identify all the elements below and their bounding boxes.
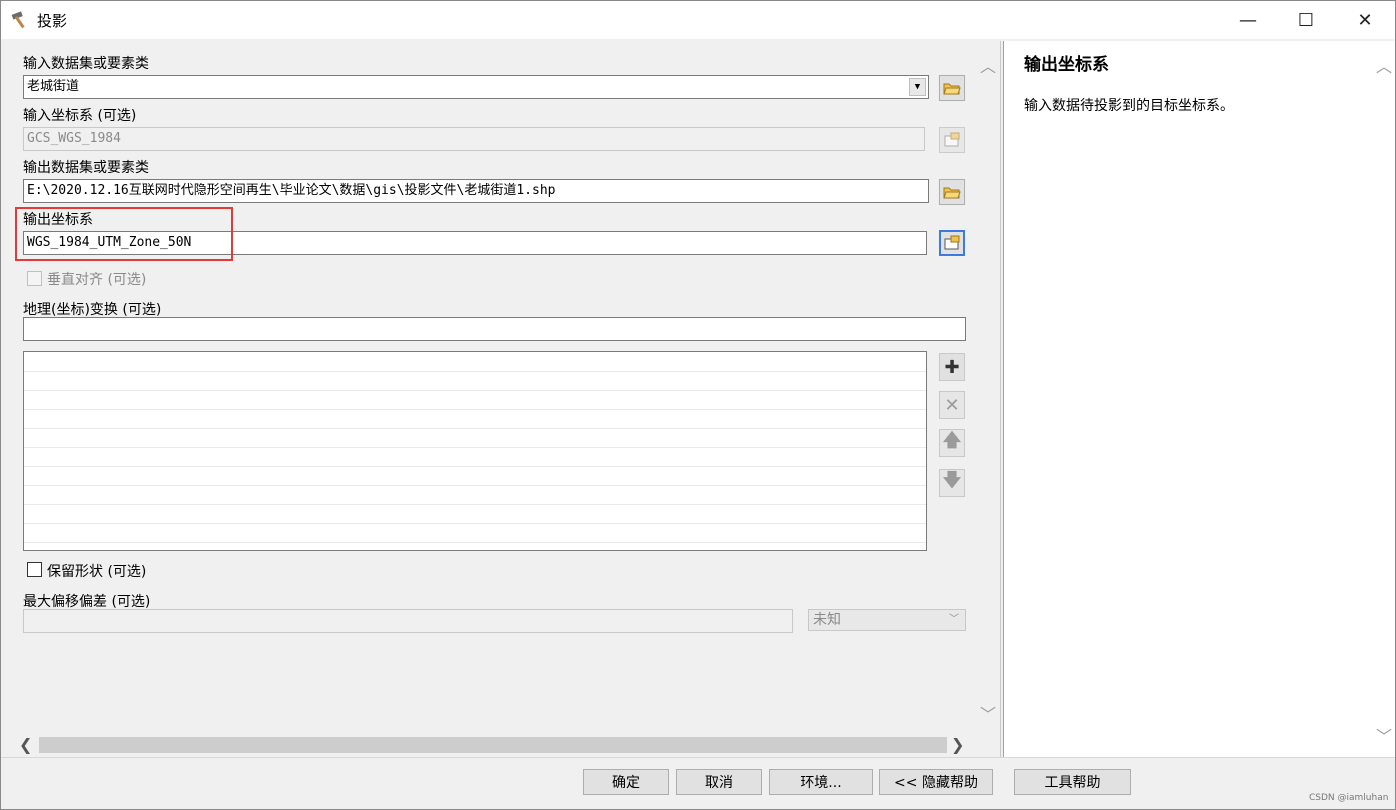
vertical-checkbox — [27, 271, 42, 286]
scroll-down-icon[interactable]: ﹀ — [980, 701, 996, 725]
hide-help-button[interactable]: << 隐藏帮助 — [879, 769, 993, 795]
browse-output-button[interactable] — [939, 179, 965, 205]
scroll-up-icon[interactable]: ︿ — [980, 53, 996, 77]
output-dataset-value: E:\2020.12.16互联网时代隐形空间再生\毕业论文\数据\gis\投影文… — [27, 183, 556, 198]
help-scroll-down-icon[interactable]: ﹀ — [1376, 723, 1392, 747]
remove-button: ✕ — [939, 391, 965, 419]
minimize-button[interactable]: — — [1219, 1, 1277, 39]
open-folder-icon — [943, 187, 961, 199]
dropdown-arrow-icon[interactable]: ▼ — [909, 78, 926, 96]
button-bar: 确定 取消 环境... << 隐藏帮助 工具帮助 — [1, 757, 1395, 809]
help-title: 输出坐标系 — [1024, 55, 1109, 75]
grid-row-divider — [24, 466, 926, 467]
grid-row-divider — [24, 523, 926, 524]
title-bar: 投影 — ☐ ✕ — [1, 1, 1395, 39]
input-dataset-label: 输入数据集或要素类 — [23, 56, 149, 72]
grid-row-divider — [24, 485, 926, 486]
max-offset-label: 最大偏移偏差 (可选) — [23, 594, 151, 610]
maximize-button[interactable]: ☐ — [1277, 1, 1335, 39]
window-title: 投影 — [37, 12, 68, 30]
add-button[interactable]: ✚ — [939, 353, 965, 381]
browse-input-button[interactable] — [939, 75, 965, 101]
close-icon: ✕ — [1357, 9, 1373, 31]
help-scroll-up-icon[interactable]: ︿ — [1376, 53, 1392, 77]
help-text: 输入数据待投影到的目标坐标系。 — [1024, 98, 1234, 114]
plus-icon: ✚ — [944, 356, 960, 378]
arrow-up-icon: 🡅 — [942, 430, 962, 451]
environments-button[interactable]: 环境... — [769, 769, 873, 795]
input-cs-properties-button — [939, 127, 965, 153]
offset-unit-value: 未知 — [813, 612, 841, 628]
vertical-label: 垂直对齐 (可选) — [47, 272, 147, 288]
transform-list[interactable] — [23, 351, 927, 551]
maximize-icon: ☐ — [1297, 9, 1315, 31]
arrow-down-icon: 🡇 — [942, 470, 962, 491]
open-folder-icon — [943, 83, 961, 95]
geo-transform-label: 地理(坐标)变换 (可选) — [23, 302, 162, 318]
grid-row-divider — [24, 409, 926, 410]
scroll-left-icon[interactable]: ❮ — [19, 735, 32, 754]
output-dataset-label: 输出数据集或要素类 — [23, 160, 149, 176]
close-button[interactable]: ✕ — [1336, 1, 1394, 39]
horizontal-scrollbar[interactable]: ❮ ❯ — [15, 735, 971, 755]
max-offset-input — [23, 609, 793, 633]
properties-icon — [944, 132, 960, 147]
red-highlight-box — [15, 207, 233, 261]
geo-transform-input[interactable] — [23, 317, 966, 341]
grid-row-divider — [24, 504, 926, 505]
input-cs-label: 输入坐标系 (可选) — [23, 108, 137, 124]
tool-help-button[interactable]: 工具帮助 — [1014, 769, 1131, 795]
input-dataset-combo[interactable]: 老城街道 ▼ — [23, 75, 929, 99]
output-cs-properties-button[interactable] — [939, 230, 965, 256]
move-down-button: 🡇 — [939, 469, 965, 497]
cancel-button[interactable]: 取消 — [676, 769, 762, 795]
offset-unit-select: 未知 ﹀ — [808, 609, 966, 631]
scroll-thumb[interactable] — [39, 737, 947, 753]
output-dataset-field[interactable]: E:\2020.12.16互联网时代隐形空间再生\毕业论文\数据\gis\投影文… — [23, 179, 929, 203]
preserve-shape-label: 保留形状 (可选) — [47, 564, 147, 580]
scroll-right-icon[interactable]: ❯ — [951, 735, 964, 754]
minimize-icon: — — [1239, 9, 1257, 31]
x-icon: ✕ — [944, 394, 960, 416]
grid-row-divider — [24, 390, 926, 391]
help-pane: 输出坐标系 输入数据待投影到的目标坐标系。 ︿ ﹀ — [1003, 41, 1395, 757]
ok-button[interactable]: 确定 — [583, 769, 669, 795]
preserve-shape-checkbox[interactable] — [27, 562, 42, 577]
hammer-icon — [10, 10, 32, 30]
grid-row-divider — [24, 371, 926, 372]
grid-row-divider — [24, 447, 926, 448]
chevron-down-icon: ﹀ — [949, 614, 959, 625]
grid-row-divider — [24, 542, 926, 543]
projection-tool-window: 投影 — ☐ ✕ 输入数据集或要素类 老城街道 ▼ 输入坐标系 (可选) GCS… — [0, 0, 1396, 810]
grid-row-divider — [24, 428, 926, 429]
watermark: CSDN @iamluhan — [1309, 793, 1389, 803]
parameters-pane: 输入数据集或要素类 老城街道 ▼ 输入坐标系 (可选) GCS_WGS_1984… — [5, 41, 1001, 757]
input-cs-value: GCS_WGS_1984 — [27, 131, 121, 146]
properties-icon — [944, 235, 960, 250]
input-dataset-value: 老城街道 — [27, 79, 80, 94]
move-up-button: 🡅 — [939, 429, 965, 457]
input-cs-field: GCS_WGS_1984 — [23, 127, 925, 151]
